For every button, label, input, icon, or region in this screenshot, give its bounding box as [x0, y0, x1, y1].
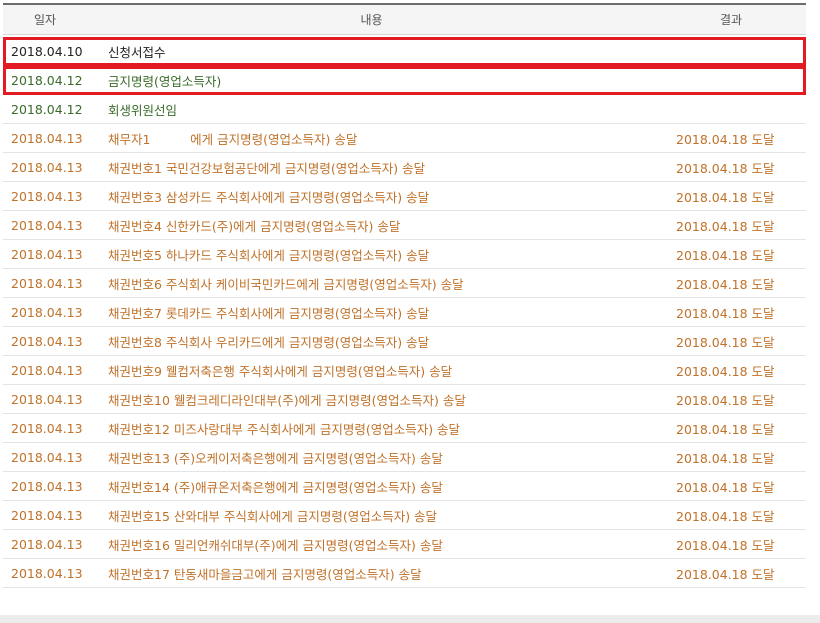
table-row[interactable]: 2018.04.13 채권번호9 웰컴저축은행 주식회사에게 금지명령(영업소득자…: [3, 356, 806, 385]
row-date: 2018.04.13: [11, 188, 83, 204]
row-content: 채권번호9 웰컴저축은행 주식회사에게 금지명령(영업소득자) 송달: [108, 363, 453, 379]
row-result: 2018.04.18 도달: [676, 160, 775, 176]
row-result: 2018.04.18 도달: [676, 537, 775, 553]
table-row[interactable]: 2018.04.10 신청서접수: [3, 37, 806, 66]
table-row[interactable]: 2018.04.13 채권번호17 탄동새마을금고에게 금지명령(영업소득자) 송…: [3, 559, 806, 588]
row-result: 2018.04.18 도달: [676, 247, 775, 263]
row-content: 채권번호3 삼성카드 주식회사에게 금지명령(영업소득자) 송달: [108, 189, 430, 205]
table-row[interactable]: 2018.04.13 채권번호15 산와대부 주식회사에게 금지명령(영업소득자)…: [3, 501, 806, 530]
row-result: 2018.04.18 도달: [676, 334, 775, 350]
row-date: 2018.04.10: [11, 43, 83, 59]
row-content: 신청서접수: [108, 44, 166, 60]
row-date: 2018.04.13: [11, 333, 83, 349]
row-content: 채권번호5 하나카드 주식회사에게 금지명령(영업소득자) 송달: [108, 247, 430, 263]
row-date: 2018.04.13: [11, 159, 83, 175]
row-content: 채권번호6 주식회사 케이비국민카드에게 금지명령(영업소득자) 송달: [108, 276, 464, 292]
header-content: 내용: [360, 13, 383, 27]
row-result: 2018.04.18 도달: [676, 276, 775, 292]
row-content: 채권번호12 미즈사랑대부 주식회사에게 금지명령(영업소득자) 송달: [108, 421, 461, 437]
table-row[interactable]: 2018.04.13 채권번호13 (주)오케이저축은행에게 금지명령(영업소득자…: [3, 443, 806, 472]
row-date: 2018.04.13: [11, 217, 83, 233]
row-content: 채권번호16 밀리언캐쉬대부(주)에게 금지명령(영업소득자) 송달: [108, 537, 443, 553]
table-header: 일자 내용 결과: [3, 5, 806, 35]
table-row[interactable]: 2018.04.13 채권번호5 하나카드 주식회사에게 금지명령(영업소득자) …: [3, 240, 806, 269]
row-result: 2018.04.18 도달: [676, 450, 775, 466]
row-result: 2018.04.18 도달: [676, 566, 775, 582]
table-row[interactable]: 2018.04.13 채권번호1 국민건강보험공단에게 금지명령(영업소득자) 송…: [3, 153, 806, 182]
row-result: 2018.04.18 도달: [676, 218, 775, 234]
row-result: 2018.04.18 도달: [676, 131, 775, 147]
table-row[interactable]: 2018.04.13 채권번호6 주식회사 케이비국민카드에게 금지명령(영업소득…: [3, 269, 806, 298]
table-row[interactable]: 2018.04.13 채권번호3 삼성카드 주식회사에게 금지명령(영업소득자) …: [3, 182, 806, 211]
row-content: 채권번호17 탄동새마을금고에게 금지명령(영업소득자) 송달: [108, 566, 422, 582]
row-result: 2018.04.18 도달: [676, 392, 775, 408]
row-date: 2018.04.13: [11, 507, 83, 523]
table-row[interactable]: 2018.04.13 채권번호10 웰컴크레디라인대부(주)에게 금지명령(영업소…: [3, 385, 806, 414]
row-result: 2018.04.18 도달: [676, 189, 775, 205]
row-content: 채권번호1 국민건강보험공단에게 금지명령(영업소득자) 송달: [108, 160, 426, 176]
table-row[interactable]: 2018.04.13 채권번호7 롯데카드 주식회사에게 금지명령(영업소득자) …: [3, 298, 806, 327]
row-date: 2018.04.13: [11, 449, 83, 465]
case-history-table: 일자 내용 결과 2018.04.10 신청서접수 2018.04.12 금지명령(영…: [3, 3, 806, 588]
page-bottom-band: [0, 615, 820, 623]
row-date: 2018.04.12: [11, 101, 83, 117]
row-date: 2018.04.13: [11, 420, 83, 436]
row-date: 2018.04.13: [11, 304, 83, 320]
table-row[interactable]: 2018.04.13 채권번호8 주식회사 우리카드에게 금지명령(영업소득자) …: [3, 327, 806, 356]
header-result: 결과: [719, 13, 743, 27]
row-date: 2018.04.13: [11, 246, 83, 262]
row-content: 채권번호4 신한카드(주)에게 금지명령(영업소득자) 송달: [108, 218, 401, 234]
row-content: 채무자1 에게 금지명령(영업소득자) 송달: [108, 131, 358, 147]
header-date: 일자: [33, 13, 57, 27]
row-result: 2018.04.18 도달: [676, 363, 775, 379]
row-result: 2018.04.18 도달: [676, 508, 775, 524]
table-row[interactable]: 2018.04.12 금지명령(영업소득자): [3, 66, 806, 95]
row-date: 2018.04.12: [11, 72, 83, 88]
row-content: 금지명령(영업소득자): [108, 73, 222, 89]
row-result: 2018.04.18 도달: [676, 421, 775, 437]
table-row[interactable]: 2018.04.13 채권번호14 (주)애큐온저축은행에게 금지명령(영업소득자…: [3, 472, 806, 501]
table-row[interactable]: 2018.04.13 채무자1 에게 금지명령(영업소득자) 송달 2018.04.…: [3, 124, 806, 153]
row-date: 2018.04.13: [11, 565, 83, 581]
row-result: 2018.04.18 도달: [676, 479, 775, 495]
row-content: 채권번호7 롯데카드 주식회사에게 금지명령(영업소득자) 송달: [108, 305, 430, 321]
row-date: 2018.04.13: [11, 130, 83, 146]
row-content: 채권번호14 (주)애큐온저축은행에게 금지명령(영업소득자) 송달: [108, 479, 443, 495]
row-content: 채권번호13 (주)오케이저축은행에게 금지명령(영업소득자) 송달: [108, 450, 443, 466]
row-content: 채권번호15 산와대부 주식회사에게 금지명령(영업소득자) 송달: [108, 508, 438, 524]
table-row[interactable]: 2018.04.12 회생위원선임: [3, 95, 806, 124]
row-date: 2018.04.13: [11, 478, 83, 494]
table-row[interactable]: 2018.04.13 채권번호16 밀리언캐쉬대부(주)에게 금지명령(영업소득자…: [3, 530, 806, 559]
table-row[interactable]: 2018.04.13 채권번호12 미즈사랑대부 주식회사에게 금지명령(영업소득…: [3, 414, 806, 443]
row-result: 2018.04.18 도달: [676, 305, 775, 321]
row-content: 채권번호10 웰컴크레디라인대부(주)에게 금지명령(영업소득자) 송달: [108, 392, 466, 408]
row-content: 회생위원선임: [108, 102, 178, 118]
row-date: 2018.04.13: [11, 362, 83, 378]
table-row[interactable]: 2018.04.13 채권번호4 신한카드(주)에게 금지명령(영업소득자) 송달…: [3, 211, 806, 240]
row-date: 2018.04.13: [11, 391, 83, 407]
row-date: 2018.04.13: [11, 536, 83, 552]
row-content: 채권번호8 주식회사 우리카드에게 금지명령(영업소득자) 송달: [108, 334, 430, 350]
table-body: 2018.04.10 신청서접수 2018.04.12 금지명령(영업소득자) 2018…: [3, 37, 806, 588]
row-date: 2018.04.13: [11, 275, 83, 291]
